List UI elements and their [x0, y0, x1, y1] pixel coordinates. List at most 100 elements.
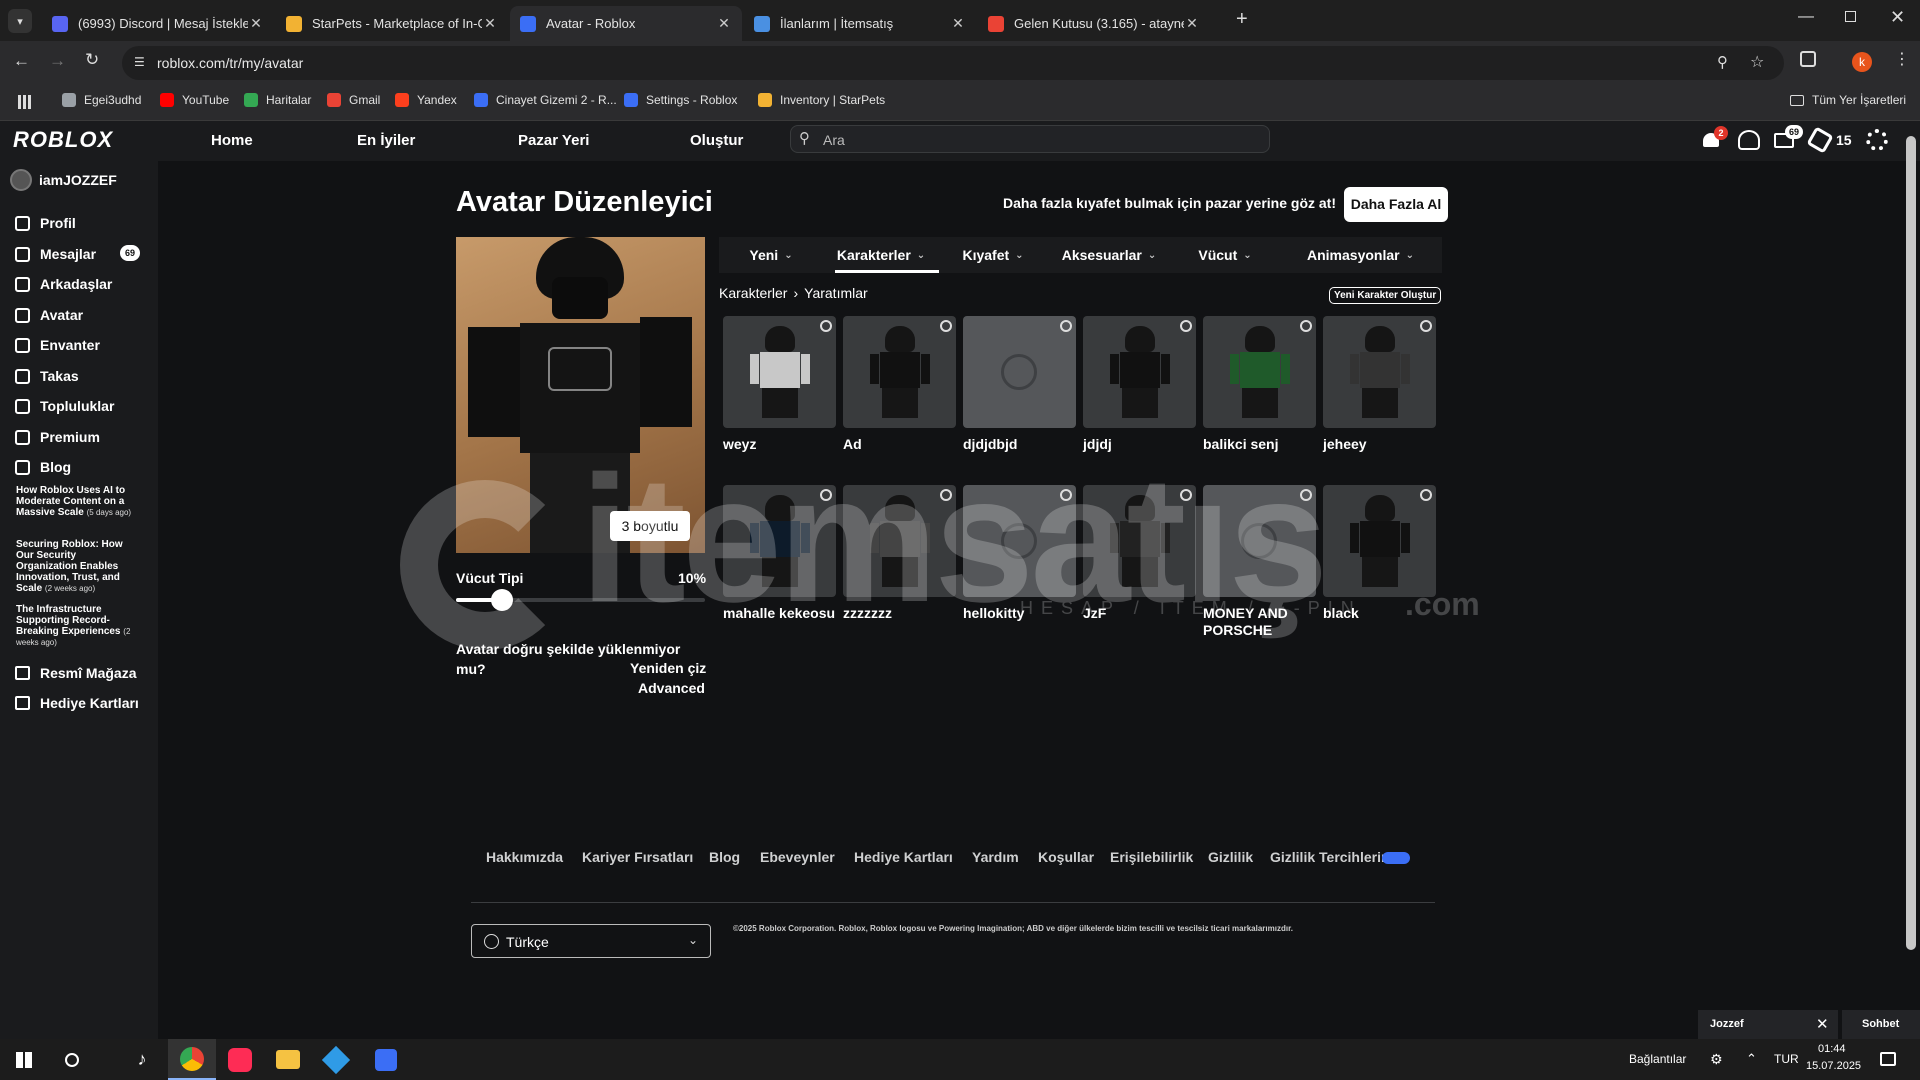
close-icon[interactable]: ✕ — [1816, 1015, 1829, 1033]
settings-gear-icon[interactable] — [1180, 489, 1192, 501]
sidebar-item-friends[interactable]: Arkadaşlar — [12, 274, 112, 294]
settings-gear-icon[interactable] — [1060, 489, 1072, 501]
close-tab-icon[interactable]: ✕ — [716, 15, 732, 32]
character-card[interactable]: balikci senj — [1203, 316, 1316, 453]
connections-label[interactable]: Bağlantılar — [1629, 1052, 1686, 1066]
bookmark-item[interactable]: Cinayet Gizemi 2 - R... — [474, 93, 617, 107]
bookmark-item[interactable]: YouTube — [160, 93, 229, 107]
settings-gear-icon[interactable] — [1300, 320, 1312, 332]
nav-marketplace[interactable]: Pazar Yeri — [518, 132, 589, 149]
browser-menu-icon[interactable]: ⋮ — [1894, 49, 1910, 69]
address-bar[interactable]: ☰ roblox.com/tr/my/avatar ⚲ ☆ — [122, 46, 1784, 80]
browser-tab[interactable]: (6993) Discord | Mesaj İstekleri ✕ — [42, 6, 274, 41]
character-card[interactable]: djdjdbjd — [963, 316, 1076, 453]
site-info-icon[interactable]: ☰ — [134, 55, 145, 69]
footer-link[interactable]: Gizlilik Tercihlerin — [1270, 849, 1390, 865]
notifications-button[interactable]: 2 — [1700, 126, 1728, 154]
settings-gear-icon[interactable] — [940, 489, 952, 501]
settings-gear-icon[interactable] — [820, 489, 832, 501]
category-tab[interactable]: Animasyonlar ⌄ — [1279, 237, 1442, 273]
body-type-slider[interactable] — [456, 589, 705, 611]
bookmark-item[interactable]: Settings - Roblox — [624, 93, 737, 107]
breadcrumb-creations[interactable]: Yaratımlar — [804, 285, 868, 301]
forward-icon[interactable]: → — [49, 51, 66, 71]
settings-gear-icon[interactable] — [1300, 489, 1312, 501]
page-scrollbar[interactable] — [1906, 136, 1916, 950]
character-thumbnail[interactable] — [963, 485, 1076, 597]
settings-gear-icon[interactable] — [820, 320, 832, 332]
back-icon[interactable]: ← — [13, 51, 30, 71]
sidebar-item-giftcard[interactable]: Hediye Kartları — [12, 693, 139, 713]
category-tab[interactable]: Kıyafet ⌄ — [939, 237, 1047, 273]
browser-tab[interactable]: Avatar - Roblox ✕ — [510, 6, 742, 41]
settings-gear-icon[interactable] — [940, 320, 952, 332]
all-bookmarks[interactable]: Tüm Yer İşaretleri — [1790, 93, 1906, 107]
character-card[interactable]: MONEY AND PORSCHE — [1203, 485, 1316, 639]
tray-chevron-icon[interactable]: ⌃ — [1746, 1051, 1757, 1067]
slider-handle[interactable] — [490, 589, 513, 611]
character-card[interactable]: jeheey — [1323, 316, 1436, 453]
settings-gear-icon[interactable] — [1420, 489, 1432, 501]
character-thumbnail[interactable] — [843, 316, 956, 428]
avatar-preview[interactable]: 3 boyutlu — [456, 237, 705, 553]
footer-link[interactable]: Gizlilik — [1208, 849, 1253, 865]
bookmark-item[interactable]: Inventory | StarPets — [758, 93, 885, 107]
settings-gear-icon[interactable] — [1420, 320, 1432, 332]
sidebar-item-premium[interactable]: Premium — [12, 427, 100, 447]
settings-gear-icon[interactable] — [1866, 129, 1888, 151]
reload-icon[interactable]: ↻ — [85, 50, 99, 70]
taskbar-tiktok[interactable]: ♪ — [118, 1039, 166, 1080]
redraw-link[interactable]: Yeniden çiz — [630, 660, 706, 676]
sidebar-item-cart[interactable]: Resmî Mağaza — [12, 663, 136, 683]
category-tab[interactable]: Yeni ⌄ — [719, 237, 823, 273]
close-tab-icon[interactable]: ✕ — [482, 15, 498, 32]
sidebar-item-user[interactable]: Profil — [12, 213, 76, 233]
character-card[interactable]: JzF — [1083, 485, 1196, 622]
category-tab[interactable]: Karakterler ⌄ — [823, 237, 939, 273]
browser-tab[interactable]: İlanlarım | İtemsatış ✕ — [744, 6, 976, 41]
footer-link[interactable]: Ebeveynler — [760, 849, 835, 865]
profile-avatar[interactable]: k — [1852, 52, 1872, 72]
blog-post-link[interactable]: How Roblox Uses AI to Moderate Content o… — [16, 485, 134, 518]
browser-tab[interactable]: StarPets - Marketplace of In-Ga ✕ — [276, 6, 508, 41]
character-thumbnail[interactable] — [1083, 485, 1196, 597]
taskbar-file-explorer[interactable] — [264, 1039, 312, 1080]
new-tab-button[interactable]: + — [1236, 8, 1248, 31]
character-thumbnail[interactable] — [1203, 316, 1316, 428]
input-language[interactable]: TUR — [1774, 1052, 1799, 1066]
character-card[interactable]: weyz — [723, 316, 836, 453]
close-window-button[interactable]: ✕ — [1890, 7, 1905, 28]
character-thumbnail[interactable] — [1323, 316, 1436, 428]
robux-button[interactable]: 15 — [1806, 126, 1852, 154]
category-tab[interactable]: Vücut ⌄ — [1171, 237, 1279, 273]
blog-post-link[interactable]: Securing Roblox: How Our Security Organi… — [16, 539, 134, 594]
chat-toggle[interactable]: Sohbet — [1842, 1010, 1920, 1039]
bookmark-item[interactable]: Gmail — [327, 93, 380, 107]
browser-tab[interactable]: Gelen Kutusu (3.165) - ataynej ✕ — [978, 6, 1210, 41]
footer-link[interactable]: Erişilebilirlik — [1110, 849, 1193, 865]
apps-grid-icon[interactable] — [18, 95, 32, 109]
roblox-logo[interactable]: ROBLOX — [13, 127, 113, 153]
category-tab[interactable]: Aksesuarlar ⌄ — [1047, 237, 1171, 273]
close-tab-icon[interactable]: ✕ — [248, 15, 264, 32]
language-select[interactable]: Türkçe ⌄ — [471, 924, 711, 958]
sidebar-user[interactable]: iamJOZZEF — [10, 169, 117, 191]
character-thumbnail[interactable] — [723, 316, 836, 428]
view-3d-toggle[interactable]: 3 boyutlu — [610, 511, 690, 541]
character-thumbnail[interactable] — [1203, 485, 1316, 597]
sidebar-item-message[interactable]: Mesajlar 69 — [12, 244, 140, 264]
sidebar-item-inventory[interactable]: Envanter — [12, 335, 100, 355]
sidebar-item-groups[interactable]: Topluluklar — [12, 396, 114, 416]
sidebar-item-trade[interactable]: Takas — [12, 366, 79, 386]
character-thumbnail[interactable] — [843, 485, 956, 597]
footer-link[interactable]: Blog — [709, 849, 740, 865]
character-thumbnail[interactable] — [1323, 485, 1436, 597]
footer-link[interactable]: Hediye Kartları — [854, 849, 953, 865]
bookmark-item[interactable]: Haritalar — [244, 93, 311, 107]
start-button[interactable] — [0, 1039, 48, 1080]
character-card[interactable]: Ad — [843, 316, 956, 453]
nav-home[interactable]: Home — [211, 132, 253, 149]
taskbar-tiktok-app[interactable] — [216, 1039, 264, 1080]
character-card[interactable]: black — [1323, 485, 1436, 622]
character-card[interactable]: hellokitty — [963, 485, 1076, 622]
